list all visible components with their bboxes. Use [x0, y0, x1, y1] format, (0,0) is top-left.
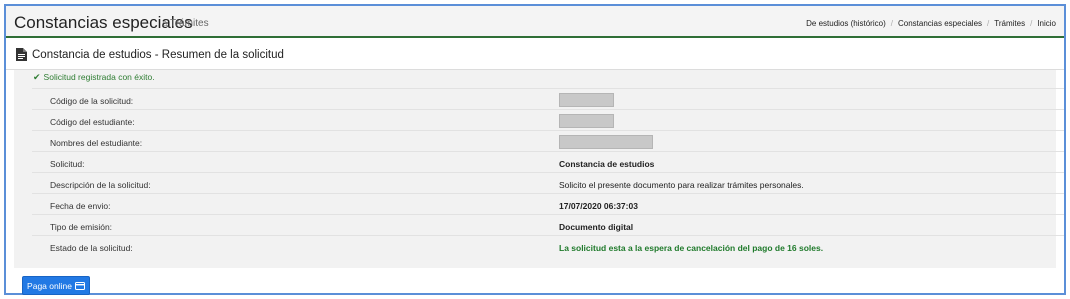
detail-value: Documento digital — [559, 222, 634, 232]
credit-card-icon — [74, 281, 85, 290]
detail-row-fecha-envio: Fecha de envio: 17/07/2020 06:37:03 — [32, 193, 1064, 214]
success-message: ✔ Solicitud registrada con éxito. — [33, 72, 155, 83]
detail-value: Solicito el presente documento para real… — [559, 180, 804, 190]
detail-row-codigo-solicitud: Código de la solicitud: — [32, 88, 1064, 109]
detail-value: 17/07/2020 06:37:03 — [559, 201, 638, 211]
redacted-value — [559, 135, 653, 149]
detail-label: Solicitud: — [50, 159, 85, 169]
check-icon: ✔ — [33, 72, 41, 82]
breadcrumb-separator: / — [890, 19, 893, 28]
document-icon — [16, 48, 27, 61]
page-subtitle-text: Trámites — [170, 18, 209, 29]
detail-value: Constancia de estudios — [559, 159, 655, 169]
detail-label: Nombres del estudiante: — [50, 138, 143, 148]
page-subtitle: ⌂ Trámites — [162, 18, 209, 29]
breadcrumb-item-tramites[interactable]: Trámites — [994, 19, 1025, 28]
detail-label: Código de la solicitud: — [50, 96, 134, 106]
breadcrumb-item-historico[interactable]: De estudios (histórico) — [806, 19, 886, 28]
redacted-value — [559, 114, 614, 128]
detail-label: Fecha de envio: — [50, 201, 111, 211]
detail-label: Descripción de la solicitud: — [50, 180, 151, 190]
success-message-text: Solicitud registrada con éxito. — [43, 72, 155, 82]
detail-label: Código del estudiante: — [50, 117, 135, 127]
panel-heading: Constancia de estudios - Resumen de la s… — [6, 40, 1064, 70]
app-window: Constancias especiales ⌂ Trámites De estu… — [4, 4, 1066, 295]
detail-row-nombres-estudiante: Nombres del estudiante: — [32, 130, 1064, 151]
breadcrumb-item-constancias[interactable]: Constancias especiales — [898, 19, 982, 28]
breadcrumb: De estudios (histórico) / Constancias espe… — [806, 19, 1056, 28]
pay-online-button[interactable]: Paga online — [22, 276, 90, 295]
pay-online-label: Paga online — [27, 280, 72, 291]
detail-label: Tipo de emisión: — [50, 222, 113, 232]
breadcrumb-item-inicio[interactable]: Inicio — [1037, 19, 1056, 28]
breadcrumb-separator: / — [1030, 19, 1033, 28]
detail-label: Estado de la solicitud: — [50, 243, 133, 253]
detail-row-estado: Estado de la solicitud: La solicitud est… — [32, 235, 1064, 256]
page-header: Constancias especiales ⌂ Trámites De estu… — [6, 6, 1064, 38]
breadcrumb-separator: / — [987, 19, 990, 28]
redacted-value — [559, 93, 614, 107]
status-value: La solicitud esta a la espera de cancela… — [559, 243, 824, 253]
detail-row-tipo-emision: Tipo de emisión: Documento digital — [32, 214, 1064, 235]
detail-row-descripcion: Descripción de la solicitud: Solicito el… — [32, 172, 1064, 193]
detail-row-codigo-estudiante: Código del estudiante: — [32, 109, 1064, 130]
panel-title: Constancia de estudios - Resumen de la s… — [32, 49, 284, 61]
detail-row-solicitud: Solicitud: Constancia de estudios — [32, 151, 1064, 172]
home-icon: ⌂ — [162, 18, 169, 29]
